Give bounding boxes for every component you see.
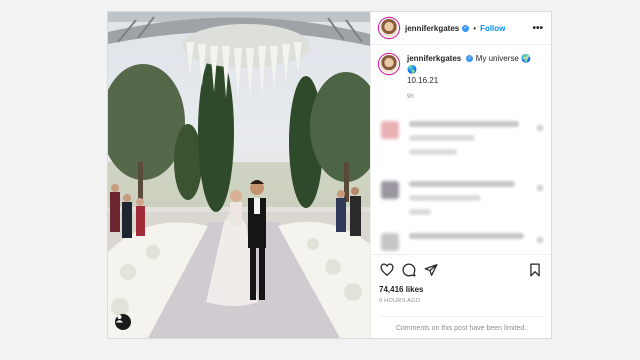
post-photo[interactable] bbox=[108, 12, 370, 338]
comment-like-icon bbox=[537, 237, 543, 243]
follow-button[interactable]: Follow bbox=[480, 24, 505, 33]
blurred-line bbox=[409, 195, 481, 201]
blurred-line bbox=[409, 233, 525, 239]
wedding-photo-illustration bbox=[108, 12, 370, 338]
blurred-line bbox=[409, 121, 520, 127]
comment-icon bbox=[402, 263, 416, 277]
comment-blurred bbox=[379, 233, 543, 251]
blurred-line bbox=[409, 149, 457, 155]
share-icon bbox=[424, 264, 438, 276]
header-separator: • bbox=[473, 23, 477, 33]
comments-area[interactable]: jenniferkgates ✓ My universe 🌍 🌎 10.16.2… bbox=[371, 45, 551, 254]
comment-avatar bbox=[381, 181, 399, 199]
comment-avatar bbox=[381, 121, 399, 139]
caption-date: 10.16.21 bbox=[407, 76, 439, 85]
heart-icon bbox=[380, 263, 394, 277]
blurred-line bbox=[409, 209, 431, 215]
caption-body: jenniferkgates ✓ My universe 🌍 🌎 10.16.2… bbox=[407, 53, 543, 103]
blurred-line bbox=[409, 135, 475, 141]
comment-blurred bbox=[379, 181, 543, 223]
post-side-panel: jenniferkgates ✓ • Follow ••• jenniferkg… bbox=[370, 12, 551, 338]
comment-text-lines bbox=[409, 121, 529, 163]
likes-count[interactable]: 74,416 likes bbox=[379, 285, 543, 294]
comment-like-icon bbox=[537, 185, 543, 191]
verified-badge-icon: ✓ bbox=[462, 24, 470, 32]
comment-like-icon bbox=[537, 125, 543, 131]
post-header: jenniferkgates ✓ • Follow ••• bbox=[371, 12, 551, 45]
author-username[interactable]: jenniferkgates bbox=[405, 24, 459, 33]
comment-text-lines bbox=[409, 233, 529, 247]
comment-blurred bbox=[379, 121, 543, 163]
user-icon bbox=[115, 314, 124, 323]
like-button[interactable] bbox=[379, 262, 395, 278]
action-icons bbox=[379, 261, 543, 279]
instagram-post-embed: jenniferkgates ✓ • Follow ••• jenniferkg… bbox=[107, 11, 552, 339]
tagged-user-button[interactable] bbox=[115, 314, 131, 330]
verified-badge-icon: ✓ bbox=[466, 55, 474, 63]
post-actions: 74,416 likes 9 HOURS AGO Comments on thi… bbox=[371, 254, 551, 338]
save-button[interactable] bbox=[527, 262, 543, 278]
share-button[interactable] bbox=[423, 262, 439, 278]
caption-avatar[interactable] bbox=[379, 54, 399, 74]
author-avatar[interactable] bbox=[379, 18, 399, 38]
blurred-line bbox=[409, 181, 515, 187]
comment-button[interactable] bbox=[401, 262, 417, 278]
comment-avatar bbox=[381, 233, 399, 251]
post-caption: jenniferkgates ✓ My universe 🌍 🌎 10.16.2… bbox=[379, 53, 543, 103]
comment-text-lines bbox=[409, 181, 529, 223]
more-options-icon[interactable]: ••• bbox=[532, 23, 543, 34]
caption-timestamp: 9h bbox=[407, 94, 414, 100]
comments-limited-notice: Comments on this post have been limited. bbox=[379, 316, 543, 332]
caption-username[interactable]: jenniferkgates bbox=[407, 54, 461, 63]
bookmark-icon bbox=[530, 263, 540, 277]
post-age[interactable]: 9 HOURS AGO bbox=[379, 298, 543, 304]
